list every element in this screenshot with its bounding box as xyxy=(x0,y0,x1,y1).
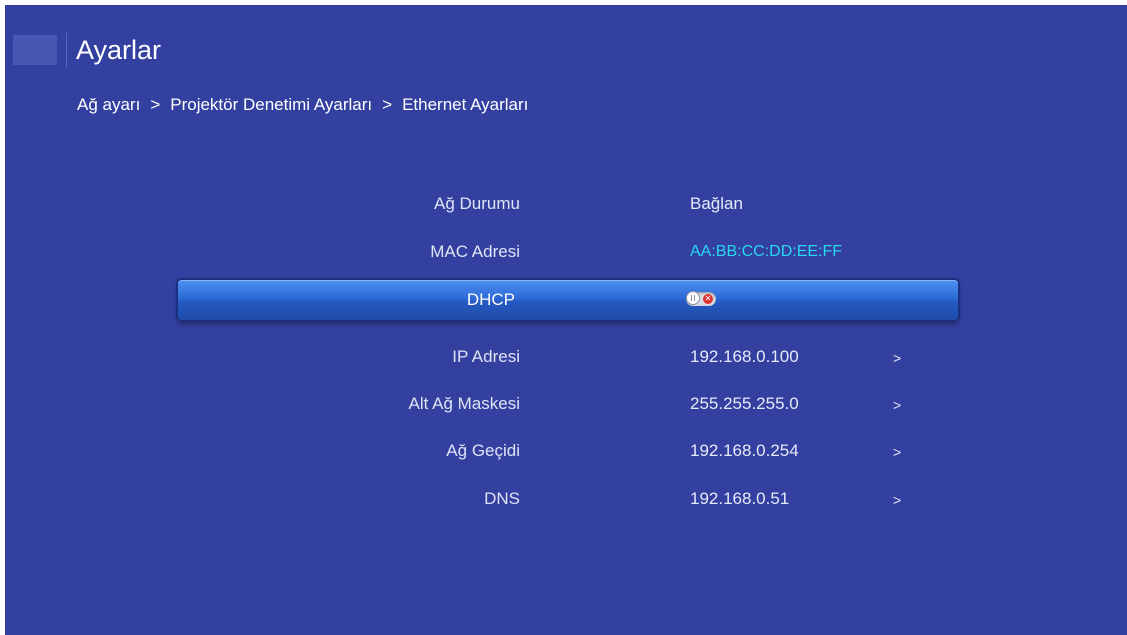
setting-label: Ağ Durumu xyxy=(434,194,520,213)
dhcp-toggle[interactable]: ✕ xyxy=(686,291,716,306)
ip-address-value: 192.168.0.100 xyxy=(690,347,799,366)
setting-label: Ağ Geçidi xyxy=(446,441,520,460)
setting-row-network-status: Ağ Durumu Bağlan xyxy=(5,182,1127,226)
toggle-knob xyxy=(686,291,700,305)
close-icon: ✕ xyxy=(703,294,713,304)
chevron-right-icon: > xyxy=(893,444,902,460)
breadcrumb-item-network-settings[interactable]: Ağ ayarı xyxy=(77,95,140,114)
setting-row-subnet-mask[interactable]: Alt Ağ Maskesi 255.255.255.0 > xyxy=(5,382,1127,426)
header-divider xyxy=(66,33,67,67)
dns-value: 192.168.0.51 xyxy=(690,489,790,508)
breadcrumb-separator: > xyxy=(382,95,393,114)
breadcrumb-item-projector-control[interactable]: Projektör Denetimi Ayarları xyxy=(170,95,372,114)
setting-label: Alt Ağ Maskesi xyxy=(408,394,521,413)
setting-label: DHCP xyxy=(466,290,515,309)
chevron-right-icon: > xyxy=(893,397,902,413)
setting-row-gateway[interactable]: Ağ Geçidi 192.168.0.254 > xyxy=(5,429,1127,473)
setting-label: MAC Adresi xyxy=(430,242,520,261)
setting-label: IP Adresi xyxy=(452,347,520,366)
network-status-value: Bağlan xyxy=(690,194,743,213)
setting-label: DNS xyxy=(484,489,520,508)
setting-row-ip-address[interactable]: IP Adresi 192.168.0.100 > xyxy=(5,335,1127,379)
setting-row-dhcp[interactable]: DHCP ✕ xyxy=(178,280,958,320)
chevron-right-icon: > xyxy=(893,350,902,366)
logo xyxy=(13,35,57,65)
subnet-mask-value: 255.255.255.0 xyxy=(690,394,799,413)
setting-row-dns[interactable]: DNS 192.168.0.51 > xyxy=(5,477,1127,521)
gateway-value: 192.168.0.254 xyxy=(690,441,799,460)
setting-row-mac-address: MAC Adresi AA:BB:CC:DD:EE:FF xyxy=(5,230,1127,274)
header: Ayarlar xyxy=(5,27,1127,69)
breadcrumb: Ağ ayarı > Projektör Denetimi Ayarları > Eth… xyxy=(77,94,528,116)
mac-address-value: AA:BB:CC:DD:EE:FF xyxy=(690,243,843,260)
chevron-right-icon: > xyxy=(893,492,902,508)
page-title: Ayarlar xyxy=(76,35,162,65)
breadcrumb-item-ethernet-settings: Ethernet Ayarları xyxy=(402,95,529,114)
breadcrumb-separator: > xyxy=(150,95,161,114)
settings-screen: Ayarlar Ağ ayarı > Projektör Denetimi Ayar… xyxy=(5,5,1127,635)
